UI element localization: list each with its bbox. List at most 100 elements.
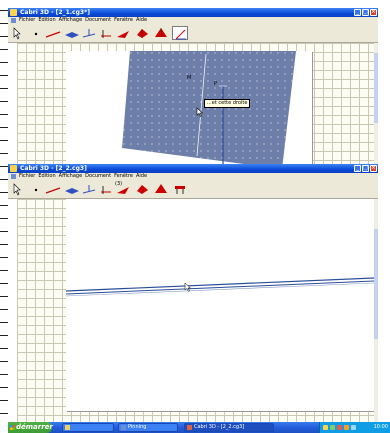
- spiral-ring: [0, 387, 8, 388]
- spiral-ring: [0, 296, 8, 297]
- taskbar-item-folder[interactable]: [62, 423, 114, 432]
- menu-document[interactable]: Document: [85, 173, 111, 180]
- minimize-button[interactable]: _: [354, 9, 361, 16]
- lines-figure[interactable]: [66, 199, 374, 411]
- point-tool[interactable]: [28, 182, 44, 196]
- title-bar[interactable]: Cabri 3D - [2_1.cg3*] _ □ ×: [8, 8, 378, 17]
- spiral-ring: [0, 10, 8, 11]
- spiral-ring: [0, 36, 8, 37]
- window-controls: _ □ ×: [354, 9, 377, 16]
- menu-fenetre[interactable]: Fenêtre: [114, 17, 133, 24]
- measure-tool[interactable]: [172, 26, 188, 40]
- antivirus-icon[interactable]: [337, 425, 342, 430]
- display-icon[interactable]: [351, 425, 356, 430]
- system-tray: 10:00: [319, 422, 390, 433]
- menu-aide[interactable]: Aide: [136, 173, 147, 180]
- menu-affichage[interactable]: Affichage: [59, 17, 83, 24]
- line-1[interactable]: [66, 277, 374, 292]
- menu-edition[interactable]: Edition: [38, 17, 55, 24]
- spiral-ring: [0, 166, 8, 167]
- window-controls: _ □ ×: [354, 165, 377, 172]
- document-page[interactable]: M P ...et cette droite: [66, 51, 312, 164]
- regular-polyhedron-tool[interactable]: [153, 182, 169, 196]
- vector-tool[interactable]: [98, 26, 114, 40]
- drawing-area[interactable]: [8, 199, 378, 422]
- plane-tool[interactable]: [64, 26, 80, 40]
- cabri-window-bottom: Cabri 3D - [2_2.cg3] _ □ × Fichier Editi…: [8, 164, 378, 422]
- menu-fichier[interactable]: Fichier: [19, 17, 35, 24]
- spiral-ring: [0, 270, 8, 271]
- polygon-tool[interactable]: [115, 26, 131, 40]
- polygon-tool[interactable]: (3): [115, 182, 131, 196]
- plane-figure[interactable]: [66, 51, 312, 164]
- plane-tool[interactable]: [64, 182, 80, 196]
- document-page[interactable]: [66, 199, 374, 411]
- tool-bar: [8, 24, 378, 43]
- window-title: Cabri 3D - [2_1.cg3*]: [20, 9, 90, 16]
- spiral-ring: [0, 88, 8, 89]
- start-label: démarrer: [16, 423, 53, 431]
- taskbar-item-document[interactable]: Pinning: [118, 423, 178, 432]
- spiral-ring: [0, 348, 8, 349]
- menu-fichier[interactable]: Fichier: [19, 173, 35, 180]
- spiral-ring: [0, 400, 8, 401]
- cabri-app-icon: [10, 9, 17, 16]
- polyhedron-tool[interactable]: [134, 26, 150, 40]
- volume-icon[interactable]: [330, 425, 335, 430]
- menu-bar: Fichier Edition Affichage Document Fenêt…: [8, 17, 378, 24]
- menu-affichage[interactable]: Affichage: [59, 173, 83, 180]
- spiral-ring: [0, 413, 8, 414]
- perpendicular-tool[interactable]: [81, 26, 97, 40]
- minimize-button[interactable]: _: [354, 165, 361, 172]
- spiral-ring: [0, 322, 8, 323]
- spiral-ring: [0, 127, 8, 128]
- taskbar-item-cabri[interactable]: Cabri 3D - [2_2.cg3]: [184, 423, 274, 432]
- close-button[interactable]: ×: [370, 165, 377, 172]
- line-tool[interactable]: [45, 182, 61, 196]
- vector-tool[interactable]: [98, 182, 114, 196]
- spiral-ring: [0, 335, 8, 336]
- measure-tool[interactable]: [172, 182, 188, 196]
- spiral-ring: [0, 205, 8, 206]
- line-tool[interactable]: [45, 26, 61, 40]
- pointer-tool[interactable]: [11, 182, 27, 196]
- cabri-icon: [187, 425, 192, 430]
- menu-document[interactable]: Document: [85, 17, 111, 24]
- menu-edition[interactable]: Edition: [38, 173, 55, 180]
- title-bar[interactable]: Cabri 3D - [2_2.cg3] _ □ ×: [8, 164, 378, 173]
- update-icon[interactable]: [344, 425, 349, 430]
- regular-polyhedron-tool[interactable]: [153, 26, 169, 40]
- maximize-button[interactable]: □: [362, 165, 369, 172]
- pointer-tool[interactable]: [11, 26, 27, 40]
- notebook-spiral-binding: [0, 0, 8, 433]
- spiral-ring: [0, 140, 8, 141]
- line-2[interactable]: [66, 280, 374, 295]
- menu-fenetre[interactable]: Fenêtre: [114, 173, 133, 180]
- vertical-scrollbar[interactable]: [374, 43, 378, 164]
- spiral-ring: [0, 192, 8, 193]
- polyhedron-tool[interactable]: [134, 182, 150, 196]
- mouse-cursor: [196, 107, 204, 117]
- point-label-p: P: [214, 81, 218, 87]
- maximize-button[interactable]: □: [362, 9, 369, 16]
- start-button[interactable]: démarrer: [8, 422, 53, 433]
- spiral-ring: [0, 153, 8, 154]
- close-button[interactable]: ×: [370, 9, 377, 16]
- folder-icon: [65, 425, 70, 430]
- scroll-thumb[interactable]: [374, 229, 378, 339]
- tool-bar: (3): [8, 180, 378, 199]
- cabri-app-icon: [10, 165, 17, 172]
- scroll-thumb[interactable]: [374, 53, 378, 123]
- vertical-scrollbar[interactable]: [374, 199, 378, 422]
- point-label-m: M: [187, 75, 192, 81]
- perpendicular-tool[interactable]: [81, 182, 97, 196]
- menu-aide[interactable]: Aide: [136, 17, 147, 24]
- clock: 10:00: [373, 424, 388, 430]
- point-tool[interactable]: [28, 26, 44, 40]
- network-icon[interactable]: [323, 425, 328, 430]
- spiral-ring: [0, 23, 8, 24]
- spiral-ring: [0, 244, 8, 245]
- spiral-ring: [0, 361, 8, 362]
- mouse-cursor: [184, 282, 192, 292]
- drawing-area[interactable]: M P ...et cette droite: [8, 43, 378, 164]
